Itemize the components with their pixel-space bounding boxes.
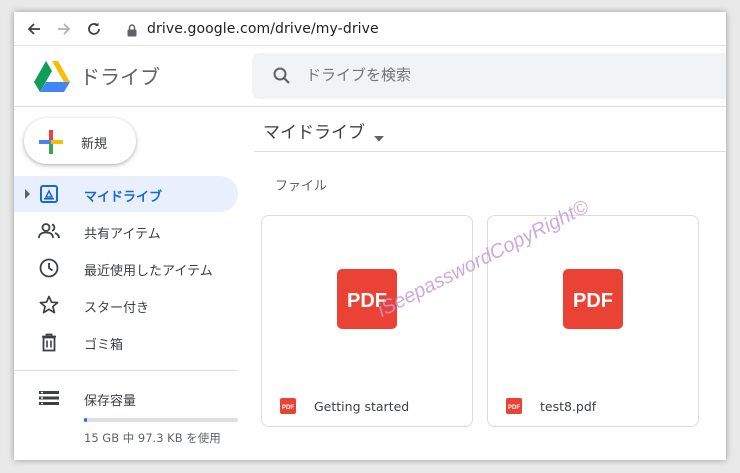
file-card[interactable]: PDF PDF Getting started: [261, 215, 473, 427]
reload-icon[interactable]: [84, 19, 104, 39]
sidebar-divider: [14, 370, 238, 371]
svg-text:PDF: PDF: [508, 405, 520, 411]
file-card-footer: PDF Getting started: [262, 382, 472, 426]
search-bar[interactable]: [252, 53, 726, 99]
files-section-label: ファイル: [275, 179, 328, 194]
clock-icon: [38, 257, 60, 279]
sidebar-item-my-drive[interactable]: マイドライブ: [14, 176, 238, 212]
file-name: test8.pdf: [540, 399, 597, 414]
sidebar-item-recent[interactable]: 最近使用したアイテム: [14, 250, 238, 286]
storage-progress-fill: [84, 418, 88, 422]
chevron-down-icon[interactable]: [374, 127, 384, 146]
storage-label: 保存容量: [84, 394, 137, 409]
pdf-type-icon: PDF: [506, 398, 522, 418]
file-thumbnail: PDF: [262, 216, 472, 382]
search-input[interactable]: [306, 66, 666, 84]
svg-text:PDF: PDF: [282, 405, 294, 411]
pdf-file-icon: PDF: [563, 269, 623, 329]
forward-arrow-icon[interactable]: [54, 19, 74, 39]
url-field[interactable]: drive.google.com/drive/my-drive: [147, 21, 379, 37]
new-button-label: 新規: [81, 137, 108, 152]
sidebar-item-label: ゴミ箱: [84, 338, 124, 353]
header-divider: [14, 106, 726, 107]
my-drive-icon: [38, 183, 60, 205]
pdf-type-icon: PDF: [280, 398, 296, 418]
expand-caret-icon[interactable]: [25, 189, 30, 199]
back-arrow-icon[interactable]: [24, 19, 44, 39]
new-button[interactable]: 新規: [24, 118, 136, 164]
lock-icon: [127, 22, 137, 41]
main-divider: [254, 151, 726, 152]
people-icon: [38, 220, 60, 242]
plus-icon: [38, 129, 64, 159]
sidebar-item-starred[interactable]: スター付き: [14, 287, 238, 323]
sidebar-item-label: 共有アイテム: [84, 227, 161, 242]
page-title[interactable]: マイドライブ: [263, 118, 365, 143]
sidebar-item-storage[interactable]: 保存容量: [14, 380, 238, 416]
google-drive-logo[interactable]: [34, 60, 70, 96]
trash-icon: [38, 331, 60, 353]
browser-window: drive.google.com/drive/my-drive ドライブ 新規: [14, 12, 726, 460]
sidebar-item-trash[interactable]: ゴミ箱: [14, 324, 238, 360]
file-card-footer: PDF test8.pdf: [488, 382, 698, 426]
browser-toolbar: drive.google.com/drive/my-drive: [14, 12, 726, 46]
storage-icon: [38, 387, 60, 409]
sidebar-item-label: マイドライブ: [84, 190, 163, 205]
storage-usage-text: 15 GB 中 97.3 KB を使用: [84, 431, 221, 445]
search-icon[interactable]: [272, 66, 292, 90]
file-name: Getting started: [314, 399, 410, 414]
sidebar-item-label: 最近使用したアイテム: [84, 264, 213, 279]
sidebar-item-shared[interactable]: 共有アイテム: [14, 213, 238, 249]
svg-text:PDF: PDF: [573, 290, 613, 312]
sidebar-item-label: スター付き: [84, 301, 150, 316]
app-title: ドライブ: [80, 65, 160, 89]
star-icon: [38, 294, 60, 316]
storage-progress-bar: [84, 418, 238, 422]
